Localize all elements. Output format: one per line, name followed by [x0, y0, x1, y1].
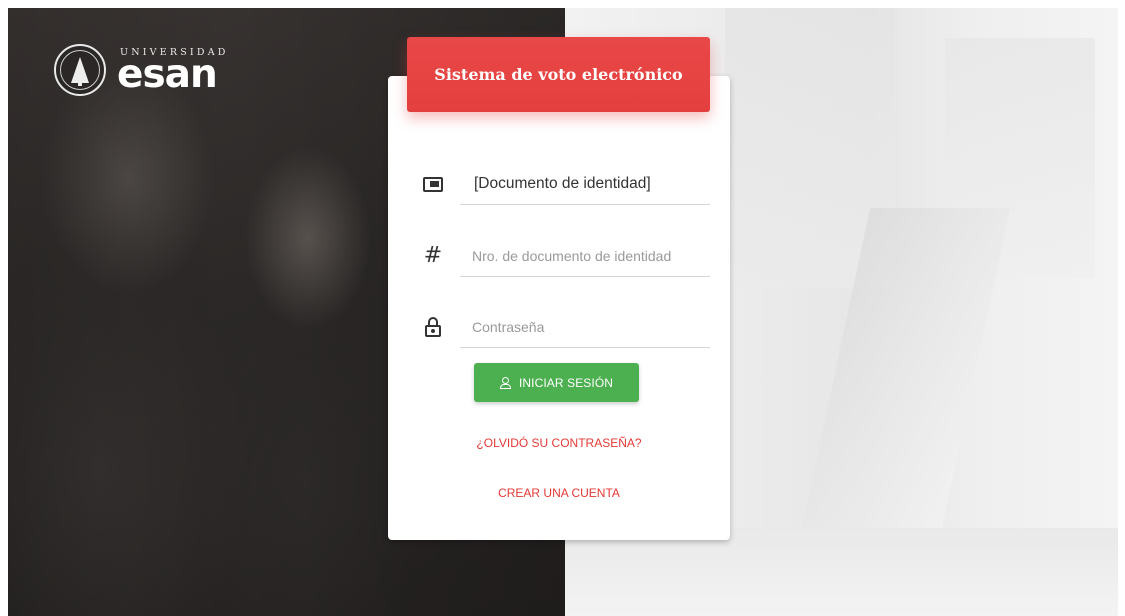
card-title: Sistema de voto electrónico: [434, 65, 683, 84]
field-underline: [460, 347, 710, 348]
logo-esan-text: esan: [117, 52, 218, 97]
create-account-link[interactable]: CREAR UNA CUENTA: [388, 486, 730, 500]
field-underline: [460, 204, 710, 205]
document-type-value: [Documento de identidad]: [474, 175, 651, 192]
field-underline: [460, 276, 710, 277]
document-type-select[interactable]: [Documento de identidad]: [420, 165, 710, 205]
background-desk: [565, 528, 1118, 616]
login-button-label: INICIAR SESIÓN: [518, 375, 614, 390]
login-button[interactable]: INICIAR SESIÓN: [474, 363, 639, 402]
password-field: [420, 308, 710, 348]
hash-icon: #: [423, 243, 443, 268]
forgot-password-link[interactable]: ¿OLVIDÓ SU CONTRASEÑA?: [388, 436, 730, 450]
card-header: Sistema de voto electrónico: [407, 37, 710, 112]
esan-logo: UNIVERSIDAD esan: [54, 44, 244, 104]
id-card-icon: [420, 171, 446, 197]
document-number-field: #: [420, 237, 710, 277]
document-number-input[interactable]: [472, 243, 702, 269]
password-input[interactable]: [472, 314, 702, 340]
lock-icon: [420, 314, 446, 340]
university-seal-icon: [54, 44, 106, 96]
user-icon: [499, 376, 511, 389]
